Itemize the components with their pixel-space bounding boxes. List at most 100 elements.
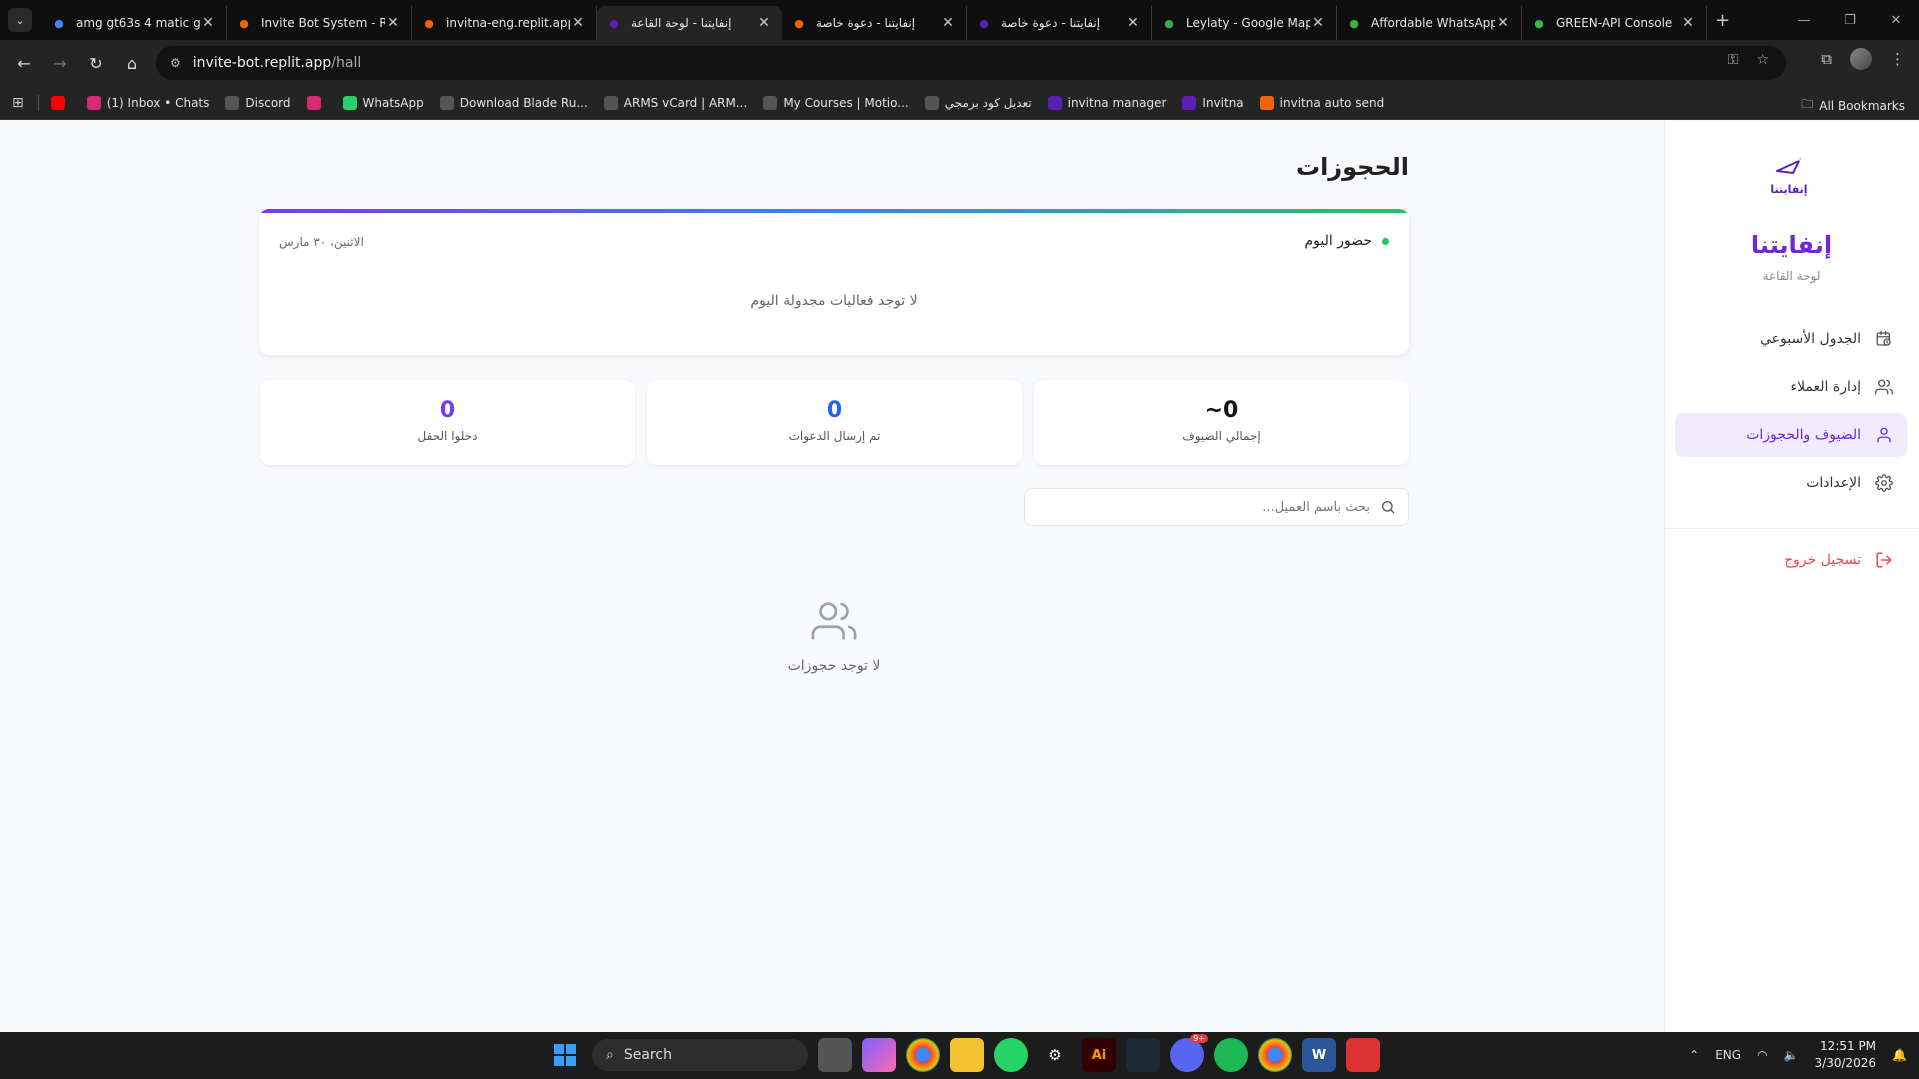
invitna-icon: ● bbox=[979, 16, 989, 30]
restore-icon[interactable]: ❐ bbox=[1827, 0, 1873, 40]
new-tab-button[interactable]: + bbox=[1715, 10, 1730, 31]
clock-time: 12:51 PM bbox=[1820, 1039, 1877, 1053]
chevron-up-icon[interactable]: ⌃ bbox=[1689, 1048, 1699, 1062]
profile-avatar[interactable] bbox=[1850, 48, 1872, 70]
bookmark-label: (1) Inbox • Chats bbox=[106, 95, 210, 110]
close-window-icon[interactable]: ✕ bbox=[1873, 0, 1919, 40]
bookmark-item[interactable]: Download Blade Ru... bbox=[439, 95, 588, 110]
window-controls: — ❐ ✕ bbox=[1781, 0, 1919, 40]
chevron-down-icon: ⌄ bbox=[15, 13, 25, 27]
logout-button[interactable]: تسجيل خروج bbox=[1784, 549, 1895, 571]
forward-button[interactable]: → bbox=[42, 45, 78, 81]
settings-app-icon[interactable]: ⚙ bbox=[1038, 1038, 1072, 1072]
volume-icon[interactable]: 🔈 bbox=[1784, 1048, 1799, 1062]
clock[interactable]: 12:51 PM 3/30/2026 bbox=[1815, 1038, 1877, 1072]
wifi-icon[interactable]: ◠ bbox=[1757, 1048, 1767, 1062]
browser-tab[interactable]: ● invitna-eng.replit.app ✕ bbox=[412, 6, 597, 40]
bookmark-list: (1) Inbox • Chats Discord WhatsApp Download… bbox=[50, 95, 1400, 110]
browser-tab[interactable]: ● إنفايتنا - دعوة خاصة ✕ bbox=[782, 6, 967, 40]
illustrator-icon[interactable]: Ai bbox=[1082, 1038, 1116, 1072]
back-button[interactable]: ← bbox=[6, 45, 42, 81]
browser-tab[interactable]: ● Invite Bot System - Re ✕ bbox=[227, 6, 412, 40]
taskbar-search[interactable]: ⌕ Search bbox=[592, 1039, 808, 1071]
browser-tab[interactable]: ● Affordable WhatsApp ✕ bbox=[1337, 6, 1522, 40]
sidebar-item-3[interactable]: الضيوف والحجوزات bbox=[1675, 413, 1907, 457]
replit-icon: ● bbox=[424, 16, 434, 30]
sidebar-item-2[interactable]: إدارة العملاء bbox=[1675, 365, 1907, 409]
browser-tab[interactable]: ● إنفايتنا - لوحة القاعة ✕ bbox=[597, 6, 782, 40]
minimize-icon[interactable]: — bbox=[1781, 0, 1827, 40]
browser-tab[interactable]: ● Leylaty - Google Map ✕ bbox=[1152, 6, 1337, 40]
url-host: invite-bot.replit.app bbox=[192, 55, 332, 71]
windows-start-icon[interactable] bbox=[548, 1038, 582, 1072]
close-tab-icon[interactable]: ✕ bbox=[1125, 15, 1141, 31]
apps-grid-icon[interactable]: ⊞ bbox=[12, 95, 24, 111]
taskbar-apps: ⌕ Search ⚙ Ai 9+ W bbox=[548, 1034, 1380, 1072]
all-bookmarks[interactable]: 🗀 All Bookmarks bbox=[1801, 95, 1905, 116]
bookmark-item[interactable]: invitna auto send bbox=[1259, 95, 1384, 110]
browser-tab[interactable]: ● إنفايتنا - دعوة خاصة ✕ bbox=[967, 6, 1152, 40]
invitna-icon bbox=[1182, 95, 1197, 110]
reload-button[interactable]: ↻ bbox=[78, 45, 114, 81]
bookmark-item[interactable]: WhatsApp bbox=[342, 95, 424, 110]
close-tab-icon[interactable]: ✕ bbox=[385, 15, 401, 31]
extensions-icon[interactable]: ⧉ bbox=[1821, 50, 1832, 68]
spotify-icon[interactable] bbox=[1214, 1038, 1248, 1072]
tab-title: إنفايتنا - دعوة خاصة bbox=[816, 16, 916, 30]
task-view-icon[interactable] bbox=[818, 1038, 852, 1072]
browser-tab[interactable]: ● amg gt63s 4 matic gr ✕ bbox=[42, 6, 227, 40]
bookmark-item[interactable]: ARMS vCard | ARM... bbox=[603, 95, 747, 110]
close-tab-icon[interactable]: ✕ bbox=[940, 15, 956, 31]
whatsapp-icon[interactable] bbox=[994, 1038, 1028, 1072]
discord-icon[interactable]: 9+ bbox=[1170, 1034, 1208, 1072]
tab-search-button[interactable]: ⌄ bbox=[8, 8, 32, 32]
bookmark-item[interactable]: Discord bbox=[225, 95, 291, 110]
sidebar-item-4[interactable]: الإعدادات bbox=[1675, 461, 1907, 505]
close-tab-icon[interactable]: ✕ bbox=[756, 15, 772, 31]
star-icon[interactable]: ☆ bbox=[1756, 52, 1769, 68]
site-settings-icon[interactable]: ⚙ bbox=[170, 56, 181, 70]
chrome-profile-icon[interactable] bbox=[1258, 1038, 1292, 1072]
close-tab-icon[interactable]: ✕ bbox=[1680, 15, 1696, 31]
globe-icon bbox=[924, 95, 939, 110]
sidebar-item-1[interactable]: الجدول الأسبوعي bbox=[1675, 317, 1907, 361]
bookmark-item[interactable]: Invitna bbox=[1182, 95, 1244, 110]
close-tab-icon[interactable]: ✕ bbox=[570, 15, 586, 31]
client-search[interactable] bbox=[1024, 488, 1409, 526]
notification-bell-icon[interactable]: 🔔 bbox=[1892, 1048, 1907, 1062]
close-tab-icon[interactable]: ✕ bbox=[1495, 15, 1511, 31]
file-explorer-icon[interactable] bbox=[950, 1038, 984, 1072]
steam-icon[interactable] bbox=[1126, 1038, 1160, 1072]
bookmark-item[interactable]: تعديل كود برمجي bbox=[924, 95, 1032, 110]
logo-text: إنفايتنا bbox=[1770, 183, 1808, 196]
stat-card: ~0 إجمالي الضيوف bbox=[1034, 380, 1409, 465]
chrome-icon[interactable] bbox=[906, 1038, 940, 1072]
password-key-icon[interactable]: ⚿ bbox=[1728, 52, 1739, 68]
whatsapp-icon bbox=[342, 95, 357, 110]
bookmark-item[interactable]: My Courses | Motio... bbox=[763, 95, 909, 110]
app-logo: إنفايتنا bbox=[1769, 157, 1809, 196]
word-icon[interactable]: W bbox=[1302, 1038, 1336, 1072]
search-input[interactable] bbox=[1050, 499, 1370, 515]
close-tab-icon[interactable]: ✕ bbox=[1310, 15, 1326, 31]
close-tab-icon[interactable]: ✕ bbox=[200, 15, 216, 31]
menu-dots-icon[interactable]: ⋮ bbox=[1890, 50, 1905, 68]
search-icon bbox=[1382, 501, 1395, 514]
home-button[interactable]: ⌂ bbox=[114, 45, 150, 81]
copilot-icon[interactable] bbox=[862, 1038, 896, 1072]
url-path: /hall bbox=[331, 55, 362, 71]
address-bar[interactable]: ⚙ invite-bot.replit.app/hall bbox=[156, 46, 1786, 80]
bookmark-item[interactable] bbox=[306, 95, 327, 110]
bookmark-item[interactable] bbox=[50, 95, 71, 110]
bookmark-item[interactable]: (1) Inbox • Chats bbox=[86, 95, 210, 110]
browser-tab[interactable]: ● GREEN-API Console ✕ bbox=[1522, 6, 1707, 40]
instagram-icon bbox=[86, 95, 101, 110]
sidebar-menu: الجدول الأسبوعي إدارة العملاء الضيوف والحج… bbox=[1675, 317, 1907, 509]
bookmark-item[interactable]: invitna manager bbox=[1047, 95, 1167, 110]
brand-name: إنفايتنا bbox=[1750, 231, 1833, 259]
app-icon[interactable] bbox=[1346, 1038, 1380, 1072]
bookmark-label: invitna manager bbox=[1067, 95, 1167, 110]
stat-value: 0 bbox=[439, 398, 456, 423]
user-icon bbox=[1873, 424, 1895, 446]
language-indicator[interactable]: ENG bbox=[1715, 1048, 1741, 1062]
